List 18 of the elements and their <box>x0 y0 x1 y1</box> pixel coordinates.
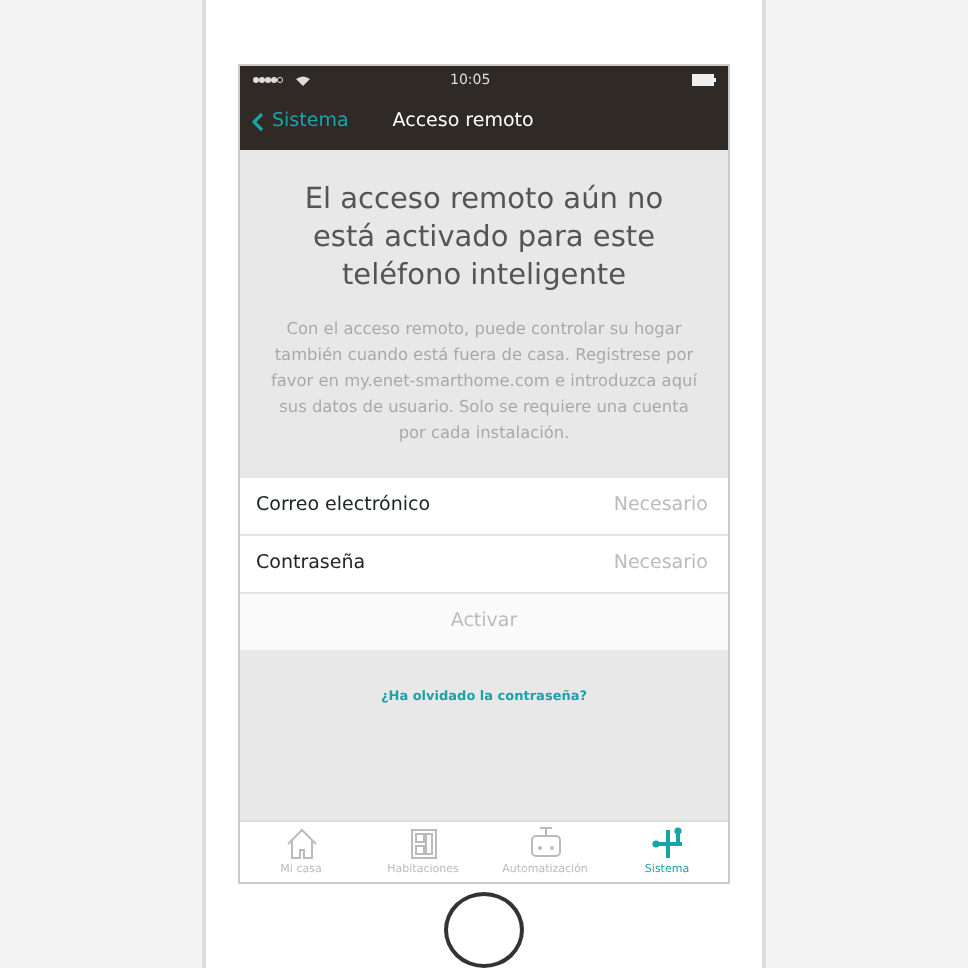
description-text: Con el acceso remoto, puede controlar su hogar también cuando está fuera de casa. Registrese por favor en my.enet-smarthome.com e introduzca aquí sus datos de usuario. Solo se requiere una cuenta por cada instalación. <box>269 315 699 447</box>
rooms-icon <box>405 826 441 863</box>
home-icon <box>283 826 319 863</box>
automation-icon <box>527 826 563 863</box>
chevron-left-icon <box>252 112 264 132</box>
screen-title: Acceso remoto <box>392 107 534 136</box>
field-label: Contraseña <box>256 550 366 579</box>
signal-icon <box>252 76 284 84</box>
input-field[interactable]: Necesario <box>532 548 712 581</box>
wifi-icon <box>296 75 310 85</box>
input-field[interactable]: Necesario <box>532 490 712 523</box>
field-label: Correo electrónico <box>256 492 431 521</box>
back-button[interactable]: Sistema <box>252 107 349 137</box>
activate-button[interactable]: Activar <box>240 594 728 651</box>
home-button[interactable] <box>444 892 524 968</box>
battery-icon <box>692 74 716 86</box>
system-icon <box>649 826 685 863</box>
heading: El acceso remoto aún no está activado para este teléfono inteligente <box>304 182 664 296</box>
